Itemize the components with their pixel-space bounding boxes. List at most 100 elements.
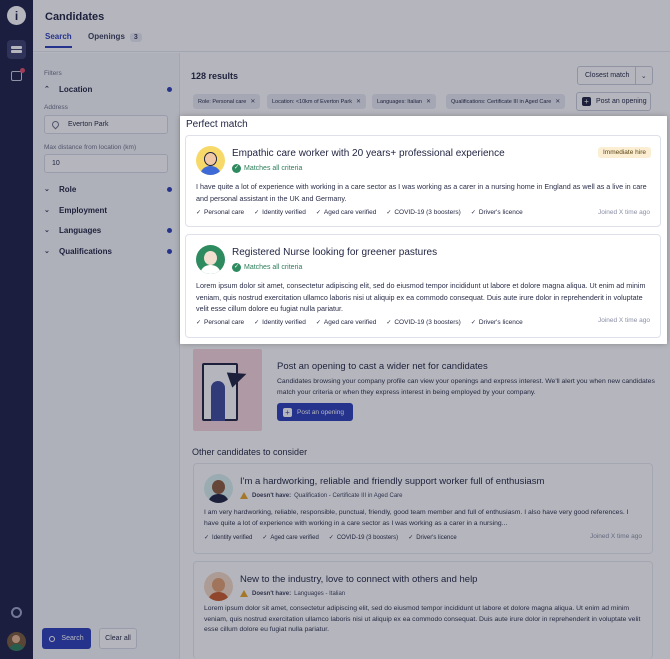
candidate-avatar <box>204 572 233 601</box>
candidate-title[interactable]: New to the industry, love to connect wit… <box>240 574 477 585</box>
filter-role[interactable]: ⌄ Role <box>44 183 172 195</box>
filter-location-label: Location <box>59 84 93 94</box>
candidate-description: Lorem ipsum dolor sit amet, consectetur … <box>196 281 646 313</box>
tab-openings[interactable]: Openings 3 <box>88 32 142 47</box>
match-status: ✓ Matches all criteria <box>232 164 302 173</box>
warning-icon <box>240 590 248 597</box>
tag: Driver's licence <box>471 319 523 326</box>
candidate-title[interactable]: I'm a hardworking, reliable and friendly… <box>240 476 544 487</box>
filter-chip-role[interactable]: Role: Personal care ✕ <box>193 94 261 109</box>
missing-label: Doesn't have: <box>252 492 292 499</box>
tag: COVID-19 (3 boosters) <box>386 209 460 216</box>
megaphone-illustration <box>193 349 262 431</box>
tag: Identity verified <box>204 534 252 541</box>
messages-icon[interactable] <box>7 66 26 85</box>
missing-label: Doesn't have: <box>252 590 292 597</box>
address-input[interactable]: Everton Park <box>44 115 168 134</box>
distance-label: Max distance from location (km) <box>44 144 137 151</box>
candidate-avatar <box>204 474 233 503</box>
filter-chip-location[interactable]: Location: <10km of Everton Park ✕ <box>267 94 366 109</box>
candidate-card[interactable]: Registered Nurse looking for greener pas… <box>185 234 661 338</box>
candidate-card[interactable]: New to the industry, love to connect wit… <box>193 561 653 659</box>
missing-criteria: Doesn't have: Languages - Italian <box>240 590 345 597</box>
distance-input[interactable]: 10 <box>44 154 168 173</box>
close-icon[interactable]: ✕ <box>426 98 431 105</box>
page-title: Candidates <box>45 11 105 23</box>
chip-label: Qualifications: Certificate III in Aged … <box>451 98 552 105</box>
tag: Personal care <box>196 209 244 216</box>
candidate-avatar <box>196 245 225 274</box>
post-opening-button[interactable]: + Post an opening <box>576 92 651 111</box>
search-button-label: Search <box>61 635 84 642</box>
sort-select[interactable]: Closest match ⌄ <box>577 66 653 85</box>
missing-value: Languages - Italian <box>294 590 346 597</box>
tag: Driver's licence <box>471 209 523 216</box>
close-icon[interactable]: ✕ <box>555 98 560 105</box>
warning-icon <box>240 492 248 499</box>
candidate-title[interactable]: Registered Nurse looking for greener pas… <box>232 247 437 258</box>
other-candidates-heading: Other candidates to consider <box>192 447 308 457</box>
candidate-title[interactable]: Empathic care worker with 20 years+ prof… <box>232 148 505 159</box>
match-status: ✓ Matches all criteria <box>232 263 302 272</box>
close-icon[interactable]: ✕ <box>356 98 361 105</box>
banner-title: Post an opening to cast a wider net for … <box>277 361 488 372</box>
tag: Personal care <box>196 319 244 326</box>
candidate-card[interactable]: I'm a hardworking, reliable and friendly… <box>193 463 653 554</box>
search-icon <box>49 635 56 642</box>
search-button[interactable]: Search <box>42 628 91 649</box>
candidate-description: Lorem ipsum dolor sit amet, consectetur … <box>204 605 641 633</box>
address-value: Everton Park <box>68 121 109 128</box>
active-filter-dot <box>167 248 172 254</box>
filter-employment[interactable]: ⌄ Employment <box>44 204 172 216</box>
filter-role-label: Role <box>59 184 77 194</box>
sort-label: Closest match <box>585 72 630 79</box>
tag: Identity verified <box>254 209 306 216</box>
immediate-hire-badge: Immediate hire <box>598 147 651 158</box>
chevron-down-icon: ⌄ <box>44 207 50 214</box>
chip-label: Location: <10km of Everton Park <box>272 98 352 105</box>
tag: COVID-19 (3 boosters) <box>329 534 398 541</box>
distance-value: 10 <box>52 160 60 167</box>
tab-search[interactable]: Search <box>45 32 72 48</box>
settings-icon[interactable] <box>7 603 26 622</box>
filter-qualifications[interactable]: ⌄ Qualifications <box>44 245 172 257</box>
location-pin-icon <box>50 119 61 130</box>
candidate-card[interactable]: Empathic care worker with 20 years+ prof… <box>185 135 661 227</box>
icon-rail: i <box>0 0 33 659</box>
candidate-tags: Personal care Identity verified Aged car… <box>196 209 533 216</box>
filters-heading: Filters <box>44 70 62 77</box>
tag: Aged care verified <box>316 209 376 216</box>
person-shape <box>211 381 225 421</box>
post-opening-label: Post an opening <box>596 98 647 105</box>
candidates-icon[interactable] <box>7 40 26 59</box>
chip-label: Languages: Italian <box>377 98 422 105</box>
chevron-down-icon: ⌄ <box>44 227 50 234</box>
active-filter-dot <box>167 186 172 192</box>
clear-all-button[interactable]: Clear all <box>99 628 137 649</box>
plus-icon: + <box>283 407 292 417</box>
chevron-down-icon: ⌄ <box>44 248 50 255</box>
joined-text: Joined X time ago <box>597 317 650 324</box>
chevron-up-icon: ⌃ <box>44 86 50 93</box>
info-icon[interactable]: i <box>7 6 26 25</box>
filter-chip-qualifications[interactable]: Qualifications: Certificate III in Aged … <box>446 94 566 109</box>
filter-qualifications-label: Qualifications <box>59 246 112 256</box>
chevron-down-icon: ⌄ <box>634 67 653 84</box>
match-status-label: Matches all criteria <box>244 264 303 271</box>
plus-icon: + <box>582 97 591 106</box>
close-icon[interactable]: ✕ <box>250 98 255 105</box>
banner-post-opening-button[interactable]: + Post an opening <box>277 403 353 421</box>
banner-button-label: Post an opening <box>297 408 344 416</box>
active-filter-dot <box>167 227 172 233</box>
filter-languages[interactable]: ⌄ Languages <box>44 224 172 236</box>
filter-chip-languages[interactable]: Languages: Italian ✕ <box>372 94 436 109</box>
tag: COVID-19 (3 boosters) <box>386 319 460 326</box>
chevron-down-icon: ⌄ <box>44 186 50 193</box>
user-avatar[interactable] <box>7 632 26 651</box>
tag: Aged care verified <box>262 534 318 541</box>
tag: Identity verified <box>254 319 306 326</box>
candidate-avatar <box>196 146 225 175</box>
chip-label: Role: Personal care <box>198 98 247 105</box>
tag: Aged care verified <box>316 319 376 326</box>
filter-location[interactable]: ⌃ Location <box>44 83 172 95</box>
